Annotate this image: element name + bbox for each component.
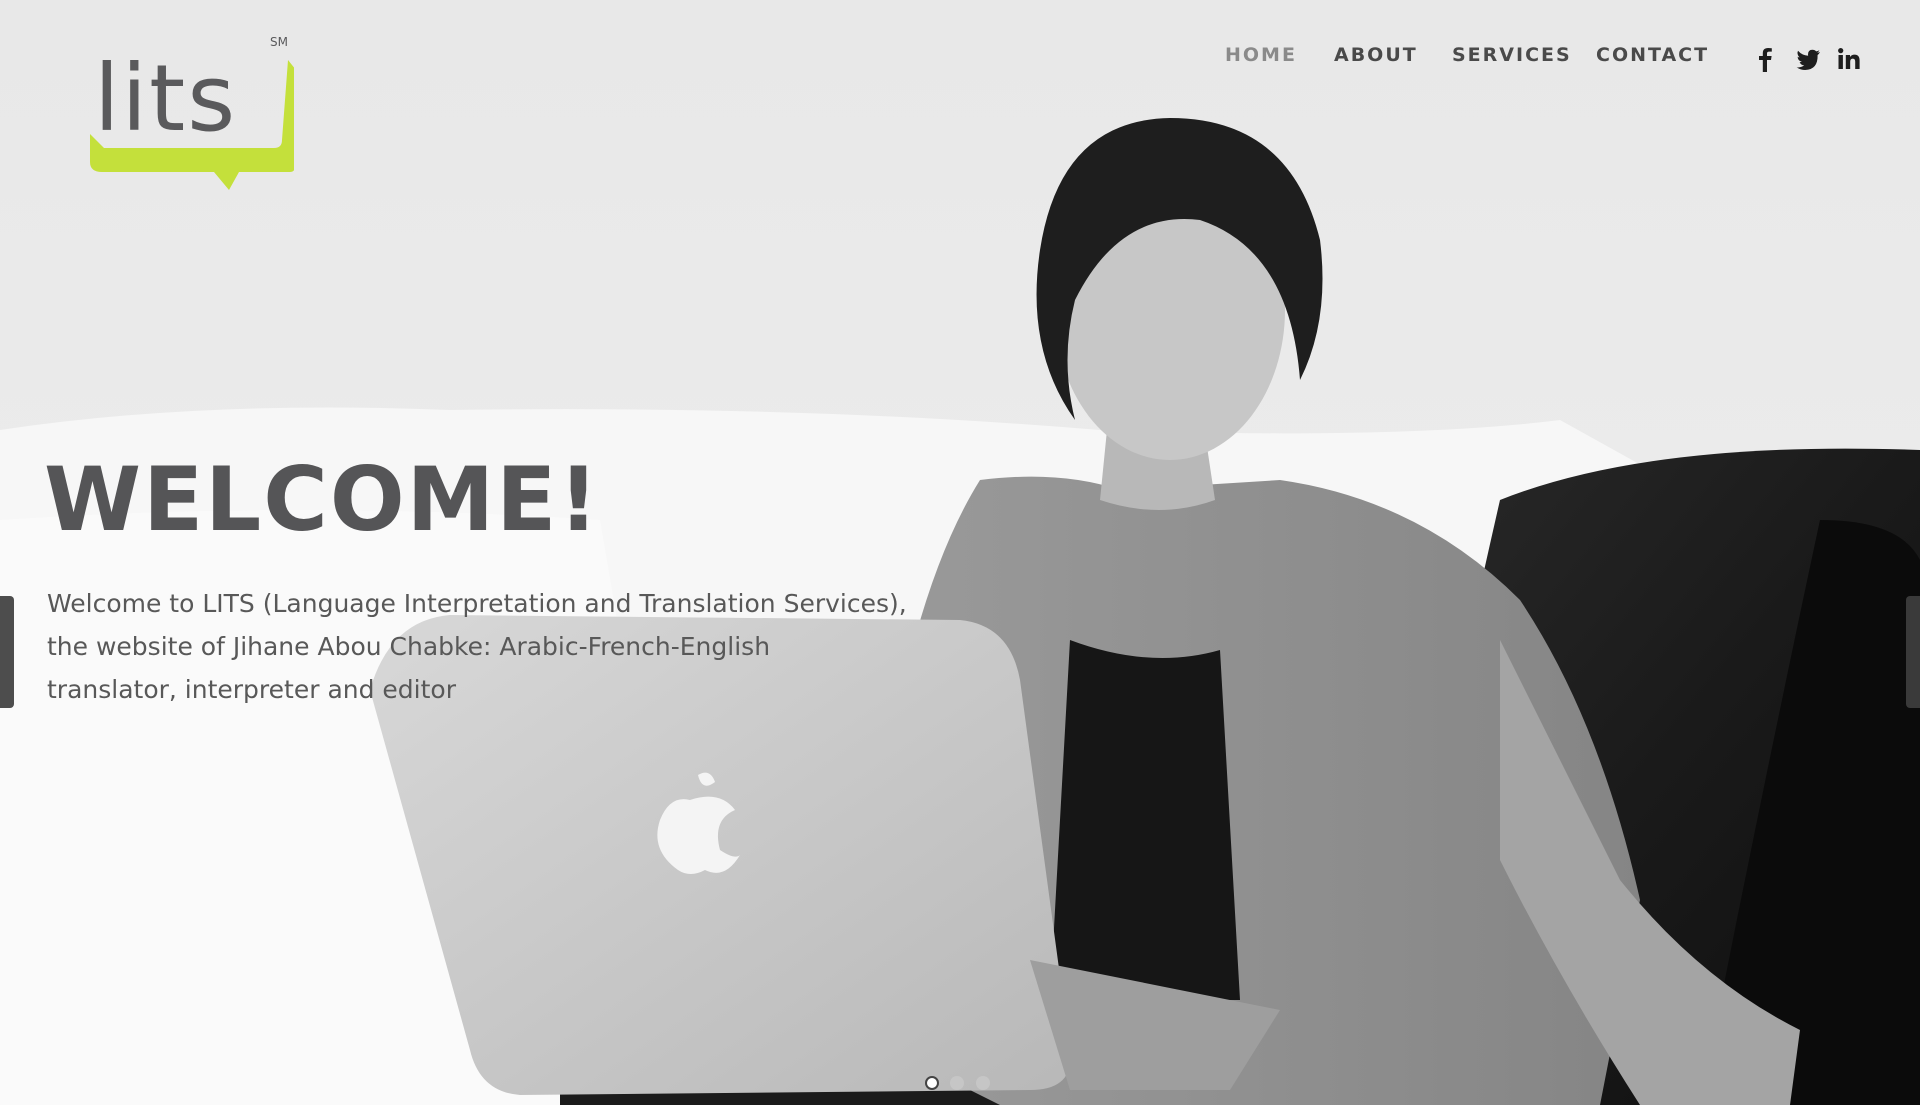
nav-home-link[interactable]: HOME xyxy=(1225,44,1297,66)
hero-description: Welcome to LITS (Language Interpretation… xyxy=(47,589,907,704)
slider-dot-2[interactable] xyxy=(950,1076,964,1090)
slider-prev-button[interactable] xyxy=(0,596,14,708)
hero-section: lits SM HOME ABOUT SERVICES CONTACT WELC… xyxy=(0,0,1920,1105)
twitter-icon[interactable] xyxy=(1793,44,1823,74)
hero-title: WELCOME! xyxy=(44,448,601,551)
facebook-icon[interactable] xyxy=(1750,44,1780,74)
linkedin-icon[interactable] xyxy=(1834,44,1864,74)
main-nav: HOME ABOUT SERVICES CONTACT xyxy=(0,44,1920,74)
slider-dot-3[interactable] xyxy=(976,1076,990,1090)
nav-contact-link[interactable]: CONTACT xyxy=(1596,44,1709,66)
slider-next-button[interactable] xyxy=(1906,596,1920,708)
slider-dot-1[interactable] xyxy=(925,1076,939,1090)
nav-services-link[interactable]: SERVICES xyxy=(1452,44,1572,66)
nav-about-link[interactable]: ABOUT xyxy=(1334,44,1418,66)
